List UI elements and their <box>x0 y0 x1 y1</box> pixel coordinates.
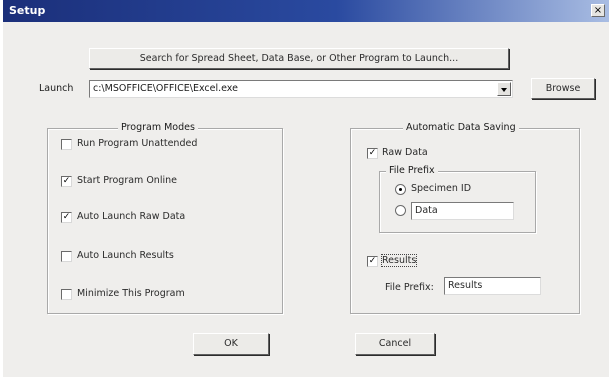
auto-launch-raw-data-label: Auto Launch Raw Data <box>77 211 186 222</box>
auto-launch-results-label: Auto Launch Results <box>77 250 174 261</box>
search-program-button[interactable]: Search for Spread Sheet, Data Base, or O… <box>89 48 509 69</box>
setup-dialog: Setup × Search for Spread Sheet, Data Ba… <box>3 0 609 377</box>
chevron-down-icon[interactable] <box>497 82 511 96</box>
automatic-data-saving-title: Automatic Data Saving <box>403 122 519 133</box>
launch-label: Launch <box>39 83 74 94</box>
cancel-button[interactable]: Cancel <box>355 333 435 355</box>
check-icon: ✓ <box>62 212 71 222</box>
auto-launch-raw-data-checkbox[interactable]: ✓ <box>61 212 72 223</box>
check-icon: ✓ <box>62 176 71 186</box>
minimize-program-checkbox[interactable] <box>61 289 72 300</box>
file-prefix-title: File Prefix <box>386 165 438 176</box>
results-checkbox[interactable]: ✓ <box>367 256 378 267</box>
results-prefix-input[interactable]: Results <box>444 277 541 295</box>
close-button[interactable]: × <box>591 4 605 17</box>
raw-data-label: Raw Data <box>382 147 428 158</box>
run-unattended-checkbox[interactable] <box>61 139 72 150</box>
program-modes-group: Program Modes Run Program Unattended ✓ S… <box>47 122 283 314</box>
custom-prefix-input[interactable]: Data <box>411 202 514 220</box>
auto-launch-results-checkbox[interactable] <box>61 251 72 262</box>
results-prefix-label: File Prefix: <box>385 282 434 293</box>
program-modes-title: Program Modes <box>118 122 198 133</box>
check-icon: ✓ <box>368 256 377 266</box>
specimen-id-radio[interactable] <box>395 184 406 195</box>
run-unattended-label: Run Program Unattended <box>77 138 198 149</box>
file-prefix-group: File Prefix Specimen ID Data <box>379 165 536 233</box>
specimen-id-label: Specimen ID <box>411 183 472 194</box>
start-online-label: Start Program Online <box>77 175 177 186</box>
launch-path-value: c:\MSOFFICE\OFFICE\Excel.exe <box>93 83 238 94</box>
start-online-checkbox[interactable]: ✓ <box>61 176 72 187</box>
minimize-program-label: Minimize This Program <box>77 288 185 299</box>
results-label: Results <box>380 254 418 267</box>
raw-data-checkbox[interactable]: ✓ <box>367 148 378 159</box>
check-icon: ✓ <box>368 148 377 158</box>
launch-path-combobox[interactable]: c:\MSOFFICE\OFFICE\Excel.exe <box>89 80 513 98</box>
window-title: Setup <box>9 4 46 17</box>
custom-prefix-radio[interactable] <box>395 205 406 216</box>
browse-button[interactable]: Browse <box>531 78 595 99</box>
close-icon: × <box>593 5 603 16</box>
title-bar[interactable]: Setup × <box>3 0 609 22</box>
ok-button[interactable]: OK <box>193 333 269 355</box>
